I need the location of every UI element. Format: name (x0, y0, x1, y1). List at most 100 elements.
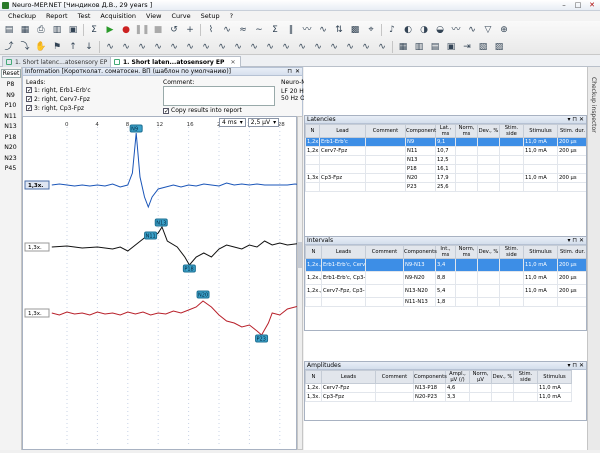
intervals-header-3[interactable]: Components (403, 245, 437, 259)
hand-icon[interactable]: ✋ (34, 40, 48, 54)
sigma2-icon[interactable]: Σ (268, 23, 282, 37)
amp-scale-select[interactable]: 2,5 μV ▾ (247, 118, 280, 127)
sound-icon[interactable]: ♪ (385, 23, 399, 37)
wave3-icon[interactable]: 〰 (449, 23, 463, 37)
next-icon[interactable]: ⇥ (460, 40, 474, 54)
latencies-header-3[interactable]: Component (405, 124, 436, 138)
menu-view[interactable]: View (142, 11, 167, 21)
grid-icon[interactable]: ▤ (428, 40, 442, 54)
amplitudes-header-3[interactable]: Components (413, 370, 447, 384)
peak-p18[interactable]: P18 (0, 133, 21, 144)
chart-icon[interactable]: ▥ (412, 40, 426, 54)
peak-p8[interactable]: P8 (0, 80, 21, 91)
pane-controls[interactable]: ▾ ⊓ ✕ (567, 362, 584, 369)
comment-field[interactable] (163, 86, 275, 106)
wave14-icon[interactable]: ∿ (247, 40, 261, 54)
wave4-icon[interactable]: ∿ (465, 23, 479, 37)
intervals-header-9[interactable]: Stim. dur. (557, 245, 586, 259)
calendar-icon[interactable]: ▣ (444, 40, 458, 54)
wave12-icon[interactable]: ∿ (215, 40, 229, 54)
copy-results-checkbox[interactable]: ✓ Copy results into report (163, 107, 242, 114)
peak-n13[interactable]: N13 (0, 122, 21, 133)
amplitudes-header-6[interactable]: Dev., % (491, 370, 514, 384)
latencies-header-6[interactable]: Dev., % (477, 124, 500, 138)
amplitudes-header-0[interactable]: N (305, 370, 322, 384)
print-icon[interactable]: ⎙ (34, 23, 48, 37)
arrow-up-icon[interactable]: ↑ (66, 40, 80, 54)
intervals-header-0[interactable]: N (305, 245, 322, 259)
waveform-plot[interactable]: 4 ms▾ 2,5 μV▾ 048121620242832 1,3x.1,3x.… (22, 116, 315, 450)
record-icon[interactable]: ● (119, 23, 133, 37)
wave11-icon[interactable]: ∿ (199, 40, 213, 54)
intervals-header-8[interactable]: Stimulus (523, 245, 558, 259)
minimize-icon[interactable]: – (558, 1, 570, 9)
bars-icon[interactable]: ‖ (284, 23, 298, 37)
close-icon[interactable]: ✕ (295, 68, 300, 75)
wave16-icon[interactable]: ∿ (279, 40, 293, 54)
overlay-icon[interactable]: ≈ (236, 23, 250, 37)
intervals-row[interactable]: 1,2x., 1,2x.Erb1-Erb'c, Cerv7-Fpz N9-N133… (305, 258, 586, 272)
report-icon[interactable]: ▥ (50, 23, 64, 37)
reset-icon[interactable]: ↺ (167, 23, 181, 37)
peak-n11[interactable]: N11 (0, 112, 21, 123)
wave6-icon[interactable]: ∿ (119, 40, 133, 54)
pin-icon[interactable]: ⊓ (287, 68, 292, 75)
latencies-header-2[interactable]: Comment (365, 124, 406, 138)
calculator-icon[interactable]: ▣ (66, 23, 80, 37)
volume-icon[interactable]: ◐ (401, 23, 415, 37)
latencies-row[interactable]: P23 25,6 (305, 182, 586, 192)
latencies-header-8[interactable]: Stimulus (523, 124, 558, 138)
latencies-header-1[interactable]: Lead (319, 124, 366, 138)
wave8-icon[interactable]: ∿ (151, 40, 165, 54)
peak-p10[interactable]: P10 (0, 101, 21, 112)
menu-report[interactable]: Report (42, 11, 74, 21)
curve-down-icon[interactable]: ∿ (220, 23, 234, 37)
menu-curve[interactable]: Curve (167, 11, 196, 21)
intervals-header-7[interactable]: Stim. side (499, 245, 524, 259)
wave7-icon[interactable]: ∿ (135, 40, 149, 54)
doc-icon[interactable]: ▨ (492, 40, 506, 54)
table-icon[interactable]: ▦ (396, 40, 410, 54)
wave17-icon[interactable]: ∿ (295, 40, 309, 54)
stop-icon[interactable]: ■ (151, 23, 165, 37)
save-icon[interactable]: ▦ (18, 23, 32, 37)
amplitudes-header-2[interactable]: Comment (375, 370, 414, 384)
markers-icon[interactable]: ⌖ (364, 23, 378, 37)
arrow-down-icon[interactable]: ↓ (82, 40, 96, 54)
close-icon[interactable]: ✕ (586, 1, 598, 9)
play-icon[interactable]: ▶ (103, 23, 117, 37)
latencies-header-0[interactable]: N (305, 124, 320, 138)
menu-help[interactable]: ? (226, 11, 239, 21)
peak-p45[interactable]: P45 (0, 164, 21, 175)
trace-up-icon[interactable]: ⤴ (2, 40, 16, 54)
speaker-icon[interactable]: ◑ (417, 23, 431, 37)
time-scale-select[interactable]: 4 ms ▾ (219, 118, 246, 127)
lead-3-checkbox[interactable]: ✓ (26, 105, 32, 112)
amplitudes-header-5[interactable]: Norm, μV (469, 370, 492, 384)
add-icon[interactable]: + (183, 23, 197, 37)
pause-icon[interactable]: ❚❚ (134, 23, 149, 37)
latencies-header-9[interactable]: Stim. dur. (557, 124, 586, 138)
group-icon[interactable]: ▩ (348, 23, 362, 37)
intervals-header-4[interactable]: Int., ms (435, 245, 456, 259)
amplitudes-row[interactable]: 1,3x. Cp3-Fpz N20-P23 3,3 11,0 mA (305, 392, 572, 402)
sigma-icon[interactable]: Σ (87, 23, 101, 37)
tab-short-latency-active[interactable]: 1. Short laten...atosensory EP ✕ (110, 56, 241, 67)
menu-setup[interactable]: Setup (197, 11, 226, 21)
lead-2-checkbox[interactable]: ✓ (26, 96, 32, 103)
intervals-header-5[interactable]: Norm, ms (455, 245, 478, 259)
wave5-icon[interactable]: ∿ (103, 40, 117, 54)
latencies-row[interactable]: 1,3x. Cp3-Fpz N20 17,9 11,0 mA 200 μs (305, 173, 586, 183)
book-icon[interactable]: ▧ (476, 40, 490, 54)
peak-n23[interactable]: N23 (0, 154, 21, 165)
peak-n9[interactable]: N9 (0, 91, 21, 102)
amplitudes-header-1[interactable]: Leads (321, 370, 376, 384)
intervals-row[interactable]: 1,2x., 1,3x.Cerv7-Fpz, Cp3-Fpz N13-N205,4… (305, 284, 586, 298)
wave18-icon[interactable]: ∿ (311, 40, 325, 54)
latencies-header-5[interactable]: Norm, ms (455, 124, 478, 138)
plot-scrollbar[interactable] (297, 116, 303, 450)
menu-test[interactable]: Test (74, 11, 97, 21)
filter-icon[interactable]: ▽ (481, 23, 495, 37)
trace-down-icon[interactable]: ⤵ (18, 40, 32, 54)
amplitudes-row[interactable]: 1,2x. Cerv7-Fpz N13-P18 4,6 11,0 mA (305, 383, 572, 393)
